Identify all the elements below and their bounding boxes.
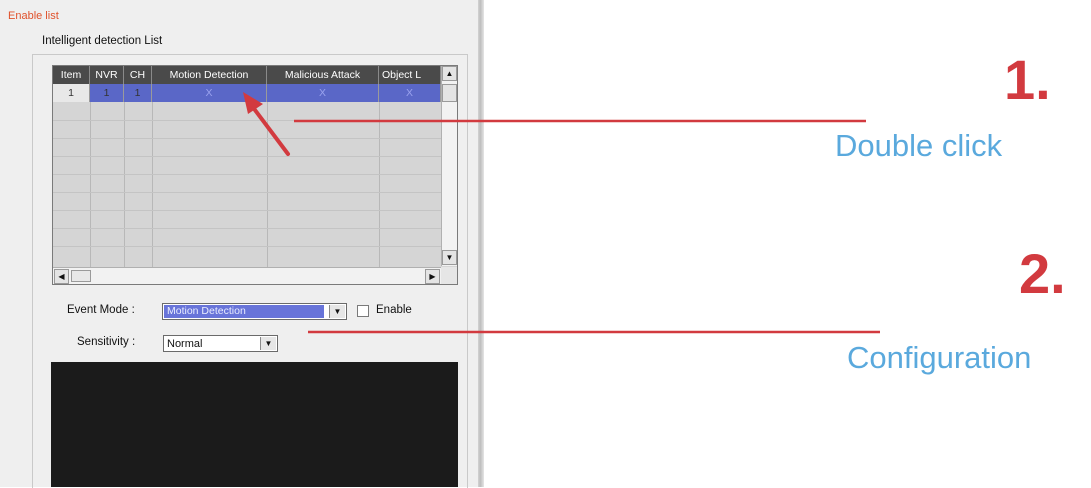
step-2-number: 2. <box>1019 242 1066 305</box>
step-1-number: 1. <box>1004 48 1051 111</box>
step-1-text: Double click <box>835 128 1003 163</box>
annotation-overlay <box>243 92 880 334</box>
step-2-text: Configuration <box>847 340 1032 375</box>
pointer-arrow-icon <box>243 92 290 156</box>
